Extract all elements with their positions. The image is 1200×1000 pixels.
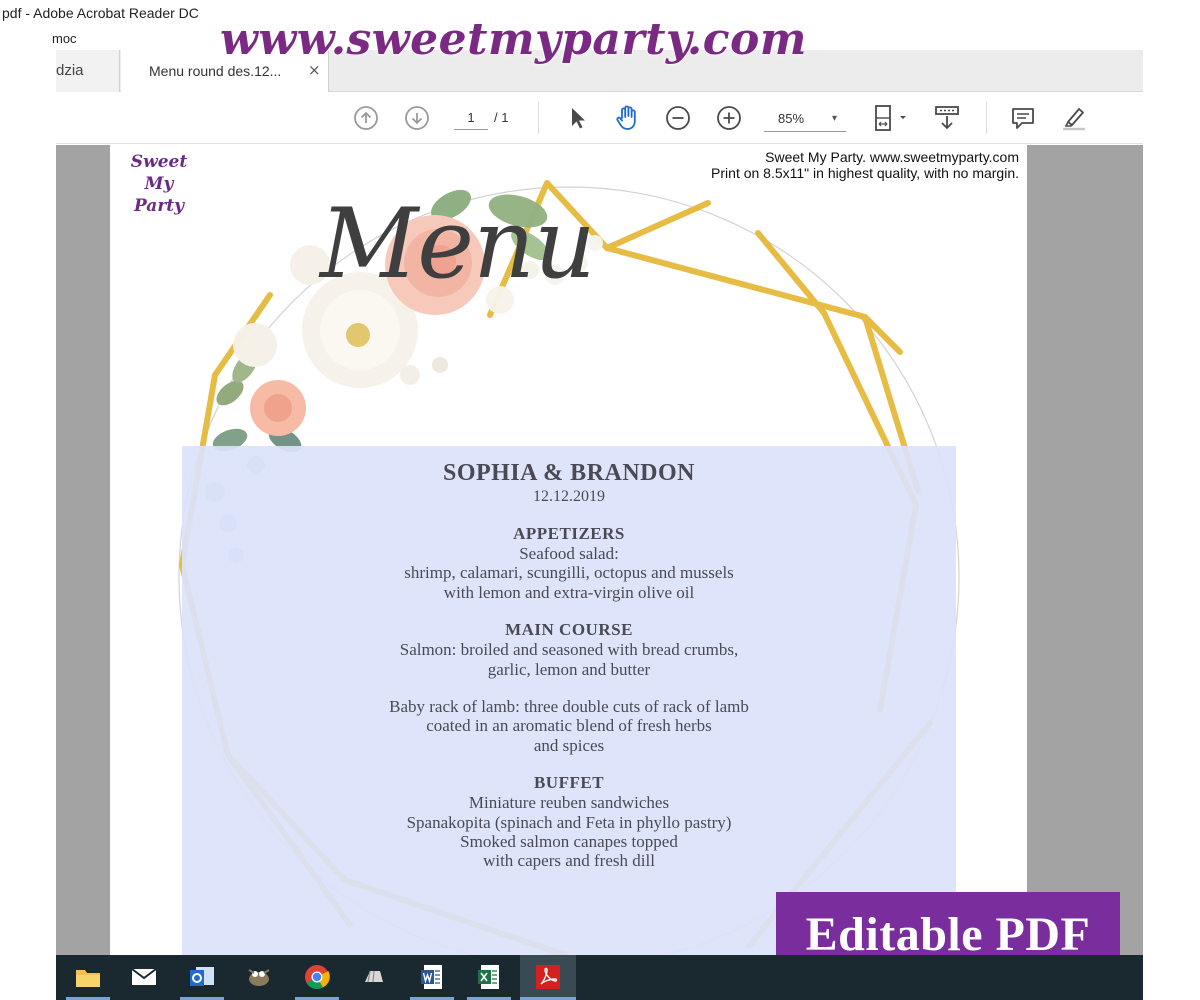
fit-page-icon[interactable] — [868, 103, 912, 133]
menu-line: coated in an aromatic blend of fresh her… — [426, 716, 712, 736]
chevron-down-icon: ▾ — [832, 113, 838, 124]
window-title: pdf - Adobe Acrobat Reader DC — [2, 5, 199, 21]
page-total: / 1 — [494, 110, 509, 125]
couple-names: SOPHIA & BRANDON — [442, 460, 696, 486]
menu-line: Baby rack of lamb: three double cuts of … — [389, 697, 749, 717]
event-date: 12.12.2019 — [533, 488, 605, 505]
menu-line: Seafood salad: — [519, 544, 619, 563]
toolbar: 1 / 1 85% ▾ — [56, 92, 1143, 144]
outlook-icon[interactable] — [187, 962, 217, 992]
tab-home-label: dzia — [56, 62, 84, 79]
acrobat-icon[interactable] — [533, 962, 563, 992]
prev-page-icon[interactable] — [351, 103, 381, 133]
right-margin — [1143, 27, 1200, 1000]
menu-line: with lemon and extra-virgin olive oil — [443, 582, 695, 602]
next-page-icon[interactable] — [402, 103, 432, 133]
word-icon[interactable] — [417, 962, 447, 992]
section-title-main-course: MAIN COURSE — [505, 620, 633, 640]
menu-item-help[interactable]: moc — [52, 31, 77, 46]
menu-line: Salmon: broiled and seasoned with bread … — [399, 640, 739, 660]
zoom-out-icon[interactable] — [663, 103, 693, 133]
menu-line: Spanakopita (spinach and Feta in phyllo … — [406, 812, 732, 832]
menu-text: SOPHIA & BRANDON 12.12.2019 APPETIZERS S… — [182, 458, 956, 871]
menu-line: with capers and fresh dill — [483, 851, 655, 871]
chrome-icon[interactable] — [302, 962, 332, 992]
watermark-url: www.sweetmyparty.com — [220, 14, 807, 65]
tab-home[interactable]: dzia — [56, 50, 120, 92]
excel-icon[interactable] — [474, 962, 504, 992]
menu-line: garlic, lemon and butter — [487, 659, 651, 679]
zoom-value: 85% — [778, 111, 805, 126]
app-icon[interactable] — [359, 962, 389, 992]
badge-label: Editable PDF — [805, 907, 1091, 961]
zoom-in-icon[interactable] — [714, 103, 744, 133]
gimp-icon[interactable] — [244, 962, 274, 992]
menu-line: shrimp, calamari, scungilli, octopus and… — [404, 563, 734, 583]
menu-line: and spices — [533, 735, 605, 755]
section-title-appetizers: APPETIZERS — [513, 524, 625, 543]
toolbar-divider — [538, 102, 539, 134]
hand-icon[interactable] — [612, 103, 642, 133]
section-title-buffet: BUFFET — [533, 773, 605, 793]
scroll-mode-icon[interactable] — [932, 103, 962, 133]
select-arrow-icon[interactable] — [562, 103, 592, 133]
toolbar-divider — [986, 102, 987, 134]
taskbar — [56, 955, 1143, 1000]
comment-icon[interactable] — [1008, 103, 1038, 133]
menu-line: Miniature reuben sandwiches — [468, 793, 670, 813]
highlight-icon[interactable] — [1059, 103, 1089, 133]
screen: pdf - Adobe Acrobat Reader DC moc dzia M… — [0, 0, 1200, 1000]
page-number-input[interactable]: 1 — [454, 106, 488, 130]
menu-line: Smoked salmon canapes topped — [460, 832, 678, 852]
tab-document-label: Menu round des.12... — [149, 63, 282, 79]
mail-icon[interactable] — [129, 962, 159, 992]
zoom-select[interactable]: 85% ▾ — [764, 106, 846, 132]
file-explorer-icon[interactable] — [73, 962, 103, 992]
menu-title-script: Menu — [320, 188, 596, 300]
